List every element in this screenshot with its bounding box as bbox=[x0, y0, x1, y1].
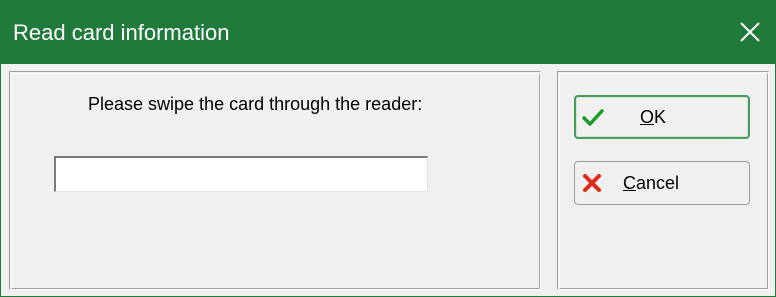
card-data-input[interactable] bbox=[54, 156, 428, 192]
ok-button-label: OK bbox=[640, 106, 667, 127]
input-panel: Please swipe the card through the reader… bbox=[9, 71, 541, 290]
ok-button[interactable]: OK bbox=[574, 95, 750, 139]
close-icon[interactable] bbox=[739, 21, 761, 43]
swipe-prompt-label: Please swipe the card through the reader… bbox=[88, 94, 423, 114]
button-panel: OK Cancel bbox=[557, 71, 769, 290]
x-mark-icon bbox=[581, 172, 603, 194]
button-panel-inner: OK Cancel bbox=[559, 73, 768, 289]
cancel-button-label: Cancel bbox=[623, 172, 680, 193]
title-bar[interactable]: Read card information bbox=[1, 1, 775, 64]
dialog-window: Read card information Please swipe the c… bbox=[0, 0, 776, 297]
checkmark-icon bbox=[582, 106, 604, 128]
cancel-button[interactable]: Cancel bbox=[574, 161, 750, 205]
input-panel-inner: Please swipe the card through the reader… bbox=[11, 73, 540, 289]
window-title: Read card information bbox=[13, 20, 230, 45]
